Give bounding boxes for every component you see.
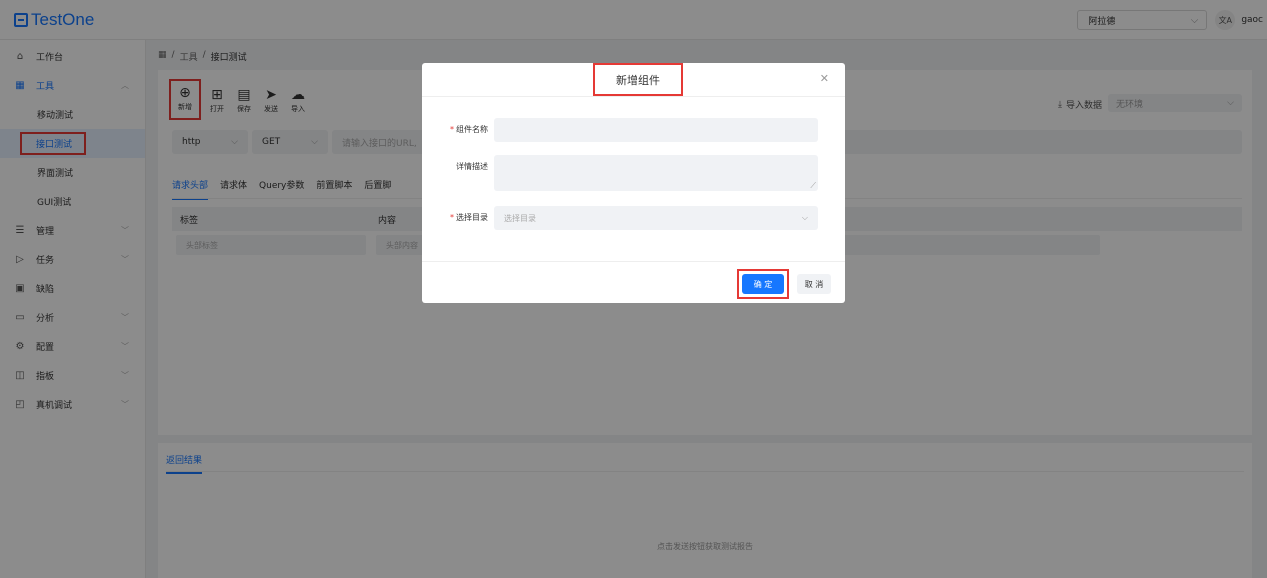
form-row-directory: * 选择目录 选择目录 ⌵ — [432, 206, 818, 230]
form-row-name: * 组件名称 — [432, 118, 818, 142]
ok-button-highlight: 确 定 — [737, 269, 789, 299]
form-row-desc: 详情描述 ⟋ — [432, 155, 818, 191]
confirm-button[interactable]: 确 定 — [742, 274, 784, 294]
chevron-down-icon: ⌵ — [801, 213, 808, 222]
dialog-title: 新增组件 — [616, 73, 660, 87]
dialog-footer: 确 定 取 消 — [737, 269, 831, 299]
directory-select[interactable]: 选择目录 ⌵ — [494, 206, 818, 230]
resize-handle-icon[interactable]: ⟋ — [810, 181, 816, 191]
component-name-input[interactable] — [494, 118, 818, 142]
dialog-title-highlight: 新增组件 — [593, 63, 683, 96]
description-label: 详情描述 — [456, 162, 488, 171]
add-component-dialog: 新增组件 ✕ * 组件名称 详情描述 ⟋ * 选择目录 选择目录 ⌵ 确 定 取 消 — [422, 63, 845, 303]
directory-placeholder: 选择目录 — [504, 213, 536, 223]
dialog-header-divider — [422, 96, 845, 97]
description-textarea[interactable]: ⟋ — [494, 155, 818, 191]
directory-label: * 选择目录 — [450, 213, 488, 222]
component-name-label: * 组件名称 — [450, 125, 488, 134]
cancel-button[interactable]: 取 消 — [797, 274, 831, 294]
dialog-footer-divider — [422, 261, 845, 262]
close-icon[interactable]: ✕ — [820, 72, 829, 85]
